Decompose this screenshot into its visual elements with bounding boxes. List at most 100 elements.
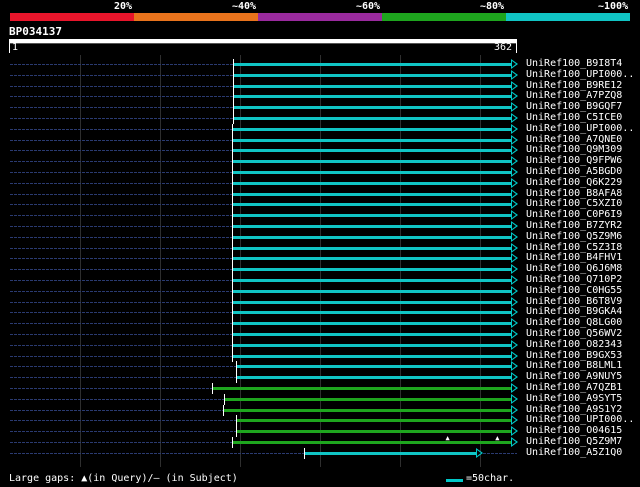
arrow-right-icon (476, 447, 484, 458)
hit-alignment-bar[interactable] (223, 397, 511, 401)
hit-label[interactable]: UniRef100_C5ICE0 (526, 112, 622, 123)
hit-alignment-bar[interactable] (231, 225, 511, 228)
hit-alignment-bar[interactable] (231, 203, 511, 207)
hit-alignment-bar[interactable] (211, 387, 511, 390)
hit-row[interactable]: UniRef100_A5Z1Q0 (0, 447, 640, 459)
hit-label[interactable]: UniRef100_B9GX53 (526, 350, 622, 361)
hit-label[interactable]: UniRef100_B6T8V9 (526, 296, 622, 307)
hit-alignment-bar[interactable] (233, 117, 511, 120)
hit-label[interactable]: UniRef100_B9I8T4 (526, 58, 622, 69)
hit-alignment-bar[interactable] (231, 333, 511, 336)
legend-label: 20% (114, 1, 133, 12)
hit-label[interactable]: UniRef100_Q710P2 (526, 274, 622, 285)
hit-label[interactable]: UniRef100_A7QZB1 (526, 382, 622, 393)
hit-alignment-bar[interactable] (231, 268, 511, 272)
hit-alignment-bar[interactable] (231, 246, 511, 250)
hit-alignment-bar[interactable] (231, 214, 511, 218)
hit-alignment-bar[interactable] (231, 257, 511, 261)
scale-tick-end (516, 43, 517, 53)
hit-alignment-bar[interactable] (231, 160, 511, 164)
hit-alignment-bar[interactable] (235, 365, 511, 369)
hit-unaligned-region (10, 409, 223, 411)
hit-alignment-bar[interactable] (235, 430, 511, 434)
arrow-right-icon (511, 145, 518, 156)
hit-label[interactable]: UniRef100_Q9M309 (526, 144, 622, 155)
hit-alignment-bar[interactable] (231, 171, 511, 174)
hit-alignment-bar[interactable] (231, 322, 511, 326)
hit-label[interactable]: UniRef100_UPI000.. (526, 414, 634, 425)
hit-label[interactable]: UniRef100_B8LML1 (526, 360, 622, 371)
hit-alignment-bar[interactable] (233, 73, 511, 77)
hit-alignment-bar[interactable] (231, 289, 511, 293)
hit-start-tick (233, 91, 235, 103)
hit-start-tick (222, 404, 224, 416)
hit-unaligned-region (10, 85, 234, 87)
hit-label[interactable]: UniRef100_UPI000.. (526, 69, 634, 80)
scale-line (9, 43, 517, 44)
hit-alignment-bar[interactable] (231, 181, 511, 185)
hit-alignment-bar[interactable] (235, 376, 511, 380)
hit-label[interactable]: UniRef100_A9SYT5 (526, 393, 622, 404)
arrow-right-icon (511, 296, 518, 307)
hit-label[interactable]: UniRef100_C5Z3I8 (526, 242, 622, 253)
legend-color-segment (506, 13, 630, 21)
hit-alignment-bar[interactable] (231, 127, 511, 131)
hit-label[interactable]: UniRef100_B9GQF7 (526, 101, 622, 112)
hit-label[interactable]: UniRef100_A9S1Y2 (526, 404, 622, 415)
hit-alignment-bar[interactable] (231, 343, 511, 347)
hit-label[interactable]: UniRef100_C5XZI0 (526, 198, 622, 209)
arrow-right-icon (511, 231, 518, 242)
arrow-right-icon (511, 91, 518, 102)
hit-label[interactable]: UniRef100_A5BGD0 (526, 166, 622, 177)
hit-label[interactable]: UniRef100_A5Z1Q0 (526, 447, 622, 458)
hit-alignment-bar[interactable] (233, 106, 511, 110)
hit-label[interactable]: UniRef100_B9GKA4 (526, 306, 622, 317)
hit-label[interactable]: UniRef100_O82343 (526, 339, 622, 350)
hit-label[interactable]: UniRef100_A7QNE0 (526, 134, 622, 145)
hit-label[interactable]: UniRef100_UPI000.. (526, 123, 634, 134)
hit-alignment-bar[interactable] (222, 408, 511, 412)
hit-label[interactable]: UniRef100_Q5Z9M6 (526, 231, 622, 242)
hit-label[interactable]: UniRef100_C0HG55 (526, 285, 622, 296)
hit-alignment-bar[interactable] (231, 311, 511, 315)
hit-label[interactable]: UniRef100_A9NUY5 (526, 371, 622, 382)
hit-label[interactable]: UniRef100_B9RE12 (526, 80, 622, 91)
hit-alignment-bar[interactable] (231, 149, 511, 153)
hit-label[interactable]: UniRef100_Q6J6M8 (526, 263, 622, 274)
hit-unaligned-region (10, 193, 232, 195)
hit-unaligned-region (10, 150, 232, 152)
hit-label[interactable]: UniRef100_Q5Z9M7 (526, 436, 622, 447)
hit-label[interactable]: UniRef100_Q8LG00 (526, 317, 622, 328)
hit-start-tick (231, 167, 233, 178)
hit-alignment-bar[interactable] (231, 138, 511, 142)
hit-label[interactable]: UniRef100_B8AFA8 (526, 188, 622, 199)
hit-label[interactable]: UniRef100_A7PZQ8 (526, 90, 622, 101)
hit-alignment-bar[interactable] (231, 441, 511, 444)
hit-alignment-bar[interactable] (235, 419, 511, 423)
hit-alignment-bar[interactable] (231, 192, 511, 196)
hit-start-tick (223, 393, 225, 405)
hit-label[interactable]: UniRef100_O04615 (526, 425, 622, 436)
hit-label[interactable]: UniRef100_C0P6I9 (526, 209, 622, 220)
hit-alignment-bar[interactable] (233, 84, 511, 88)
hit-alignment-bar[interactable] (231, 235, 511, 239)
arrow-right-icon (511, 383, 518, 393)
hit-alignment-bar[interactable] (233, 63, 511, 66)
hit-alignment-bar[interactable] (231, 279, 511, 282)
hit-unaligned-region (10, 182, 232, 184)
hit-label[interactable]: UniRef100_Q9FPW6 (526, 155, 622, 166)
hit-alignment-bar[interactable] (304, 451, 477, 455)
hit-alignment-bar[interactable] (231, 354, 511, 358)
gap-legend: Large gaps: ▲(in Query)/– (in Subject) (9, 473, 238, 484)
hit-label[interactable]: UniRef100_Q56WV2 (526, 328, 622, 339)
arrow-right-icon (511, 372, 518, 383)
hit-start-tick (231, 318, 233, 330)
hit-alignment-bar[interactable] (233, 95, 511, 99)
hit-start-tick (231, 123, 233, 135)
arrow-right-icon (511, 275, 518, 285)
arrow-right-icon (511, 318, 518, 329)
hit-label[interactable]: UniRef100_Q6K229 (526, 177, 622, 188)
hit-label[interactable]: UniRef100_B7ZYR2 (526, 220, 622, 231)
hit-alignment-bar[interactable] (231, 300, 511, 304)
hit-label[interactable]: UniRef100_B4FHV1 (526, 252, 622, 263)
